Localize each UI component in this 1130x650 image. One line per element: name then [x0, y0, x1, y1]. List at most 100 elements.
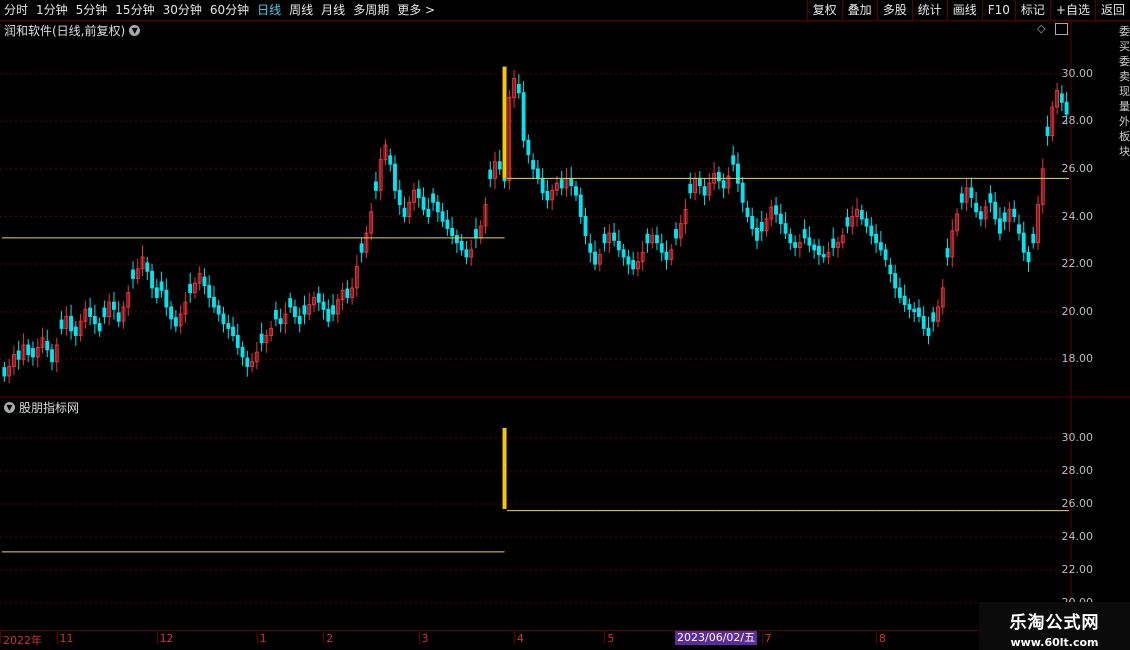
- candle-body: [416, 188, 421, 198]
- x-tick-label: 1: [259, 632, 267, 645]
- candle-body: [150, 270, 154, 289]
- candle-body: [483, 204, 488, 227]
- candle-body: [983, 206, 988, 220]
- candle-body: [912, 308, 917, 313]
- candle-body: [50, 349, 54, 363]
- sub-y-axis: 30.0028.0026.0024.0022.0020.00: [1062, 420, 1130, 630]
- candle-body: [797, 242, 802, 248]
- candle-body: [521, 92, 526, 141]
- period-tab-1[interactable]: 1分钟: [32, 0, 72, 20]
- period-tab-7[interactable]: 周线: [285, 0, 317, 20]
- candle-body: [955, 213, 959, 232]
- main-chart-name: 润和软件(日线,前复权): [4, 24, 126, 38]
- candle-body: [555, 182, 559, 191]
- candle-body: [740, 182, 745, 203]
- candle-body: [54, 344, 59, 363]
- toolbar-button-8[interactable]: 返回: [1094, 0, 1130, 20]
- chevron-down-icon[interactable]: ▼: [129, 25, 141, 36]
- candle-body: [240, 346, 245, 358]
- x-tick-label: 3: [421, 632, 429, 645]
- candle-body: [102, 307, 107, 317]
- candle-body: [974, 202, 979, 213]
- panel-toggle-icon[interactable]: [1055, 23, 1068, 35]
- period-tab-4[interactable]: 30分钟: [159, 0, 206, 20]
- candle-body: [731, 155, 736, 165]
- candle-body: [1036, 204, 1040, 244]
- candle-body: [435, 201, 440, 213]
- toolbar-button-4[interactable]: 画线: [946, 0, 982, 20]
- action-toolbar: 复权 叠加 多股 统计 画线 F10 标记 +自选 返回: [806, 0, 1130, 20]
- period-tab-0[interactable]: 分时: [0, 0, 32, 20]
- candle-body: [259, 333, 264, 344]
- candle-body: [945, 248, 950, 258]
- candle-body: [683, 208, 688, 225]
- toolbar-button-3[interactable]: 统计: [911, 0, 947, 20]
- main-panel-title[interactable]: 润和软件(日线,前复权) ▼: [4, 22, 141, 39]
- y-tick-label: 26.00: [1061, 161, 1094, 175]
- candle-body: [1021, 232, 1026, 253]
- candle-body: [512, 77, 516, 98]
- x-axis: 2023/06/02/五 2022年111212345789: [0, 630, 1071, 647]
- candle-body: [755, 227, 759, 241]
- candle-body: [88, 307, 93, 317]
- candle-body: [226, 323, 231, 329]
- y-tick-label: 28.00: [1061, 463, 1094, 477]
- period-tab-8[interactable]: 月线: [317, 0, 349, 20]
- candle-body: [736, 163, 740, 184]
- candle-body: [526, 139, 531, 156]
- candle-body: [998, 218, 1002, 234]
- x-tick-label: 2022年: [3, 634, 42, 647]
- x-tick-label: 12: [159, 632, 174, 645]
- candle-body: [793, 242, 798, 248]
- candle-body: [1026, 251, 1031, 263]
- top-toolbar: 分时 1分钟 5分钟 15分钟 30分钟 60分钟 日线 周线 月线 多周期 更多 > 复权 叠加 多股…: [0, 0, 1130, 21]
- candle-body: [145, 262, 150, 272]
- candle-body: [674, 229, 678, 239]
- diamond-icon[interactable]: ◇: [1037, 22, 1045, 35]
- candle-body: [7, 365, 12, 377]
- candle-body: [288, 298, 293, 308]
- candle-body: [721, 180, 726, 189]
- candle-body: [474, 229, 478, 239]
- x-tick-mark: [156, 631, 158, 644]
- toolbar-button-1[interactable]: 叠加: [841, 0, 877, 20]
- candle-body: [831, 238, 836, 248]
- period-tab-5[interactable]: 60分钟: [206, 0, 253, 20]
- candle-body: [902, 295, 907, 306]
- period-tab-10[interactable]: 更多 >: [393, 0, 439, 20]
- candle-body: [745, 207, 750, 217]
- candle-body: [112, 301, 116, 310]
- candle-body: [697, 177, 702, 187]
- toolbar-button-6[interactable]: 标记: [1014, 0, 1050, 20]
- candle-body: [192, 282, 197, 294]
- toolbar-button-2[interactable]: 多股: [876, 0, 912, 20]
- candle-body: [950, 230, 955, 258]
- toolbar-button-5[interactable]: F10: [981, 0, 1015, 20]
- y-tick-label: 28.00: [1061, 114, 1094, 128]
- candle-body: [440, 211, 445, 222]
- y-tick-label: 22.00: [1061, 563, 1094, 577]
- kline-chart[interactable]: [0, 0, 1130, 650]
- period-tab-2[interactable]: 5分钟: [72, 0, 112, 20]
- x-tick-mark: [323, 631, 325, 644]
- toolbar-button-0[interactable]: 复权: [806, 0, 842, 20]
- toolbar-button-7[interactable]: +自选: [1049, 0, 1095, 20]
- signal-bar: [502, 66, 507, 179]
- candle-body: [897, 287, 902, 298]
- sub-panel-title[interactable]: ▼ 股朋指标网: [4, 399, 79, 416]
- candle-body: [993, 201, 998, 220]
- candle-body: [655, 235, 659, 244]
- candle-body: [445, 219, 450, 229]
- period-tab-3[interactable]: 15分钟: [111, 0, 158, 20]
- candle-body: [931, 312, 936, 322]
- chevron-down-icon[interactable]: ▼: [4, 402, 15, 413]
- candle-body: [921, 315, 926, 329]
- candle-body: [702, 186, 707, 196]
- candle-body: [169, 306, 174, 320]
- candle-body: [126, 292, 131, 308]
- candle-body: [11, 354, 16, 367]
- candle-body: [69, 315, 73, 332]
- period-tab-6[interactable]: 日线: [253, 0, 285, 20]
- candle-body: [1012, 208, 1017, 218]
- period-tab-9[interactable]: 多周期: [349, 0, 393, 20]
